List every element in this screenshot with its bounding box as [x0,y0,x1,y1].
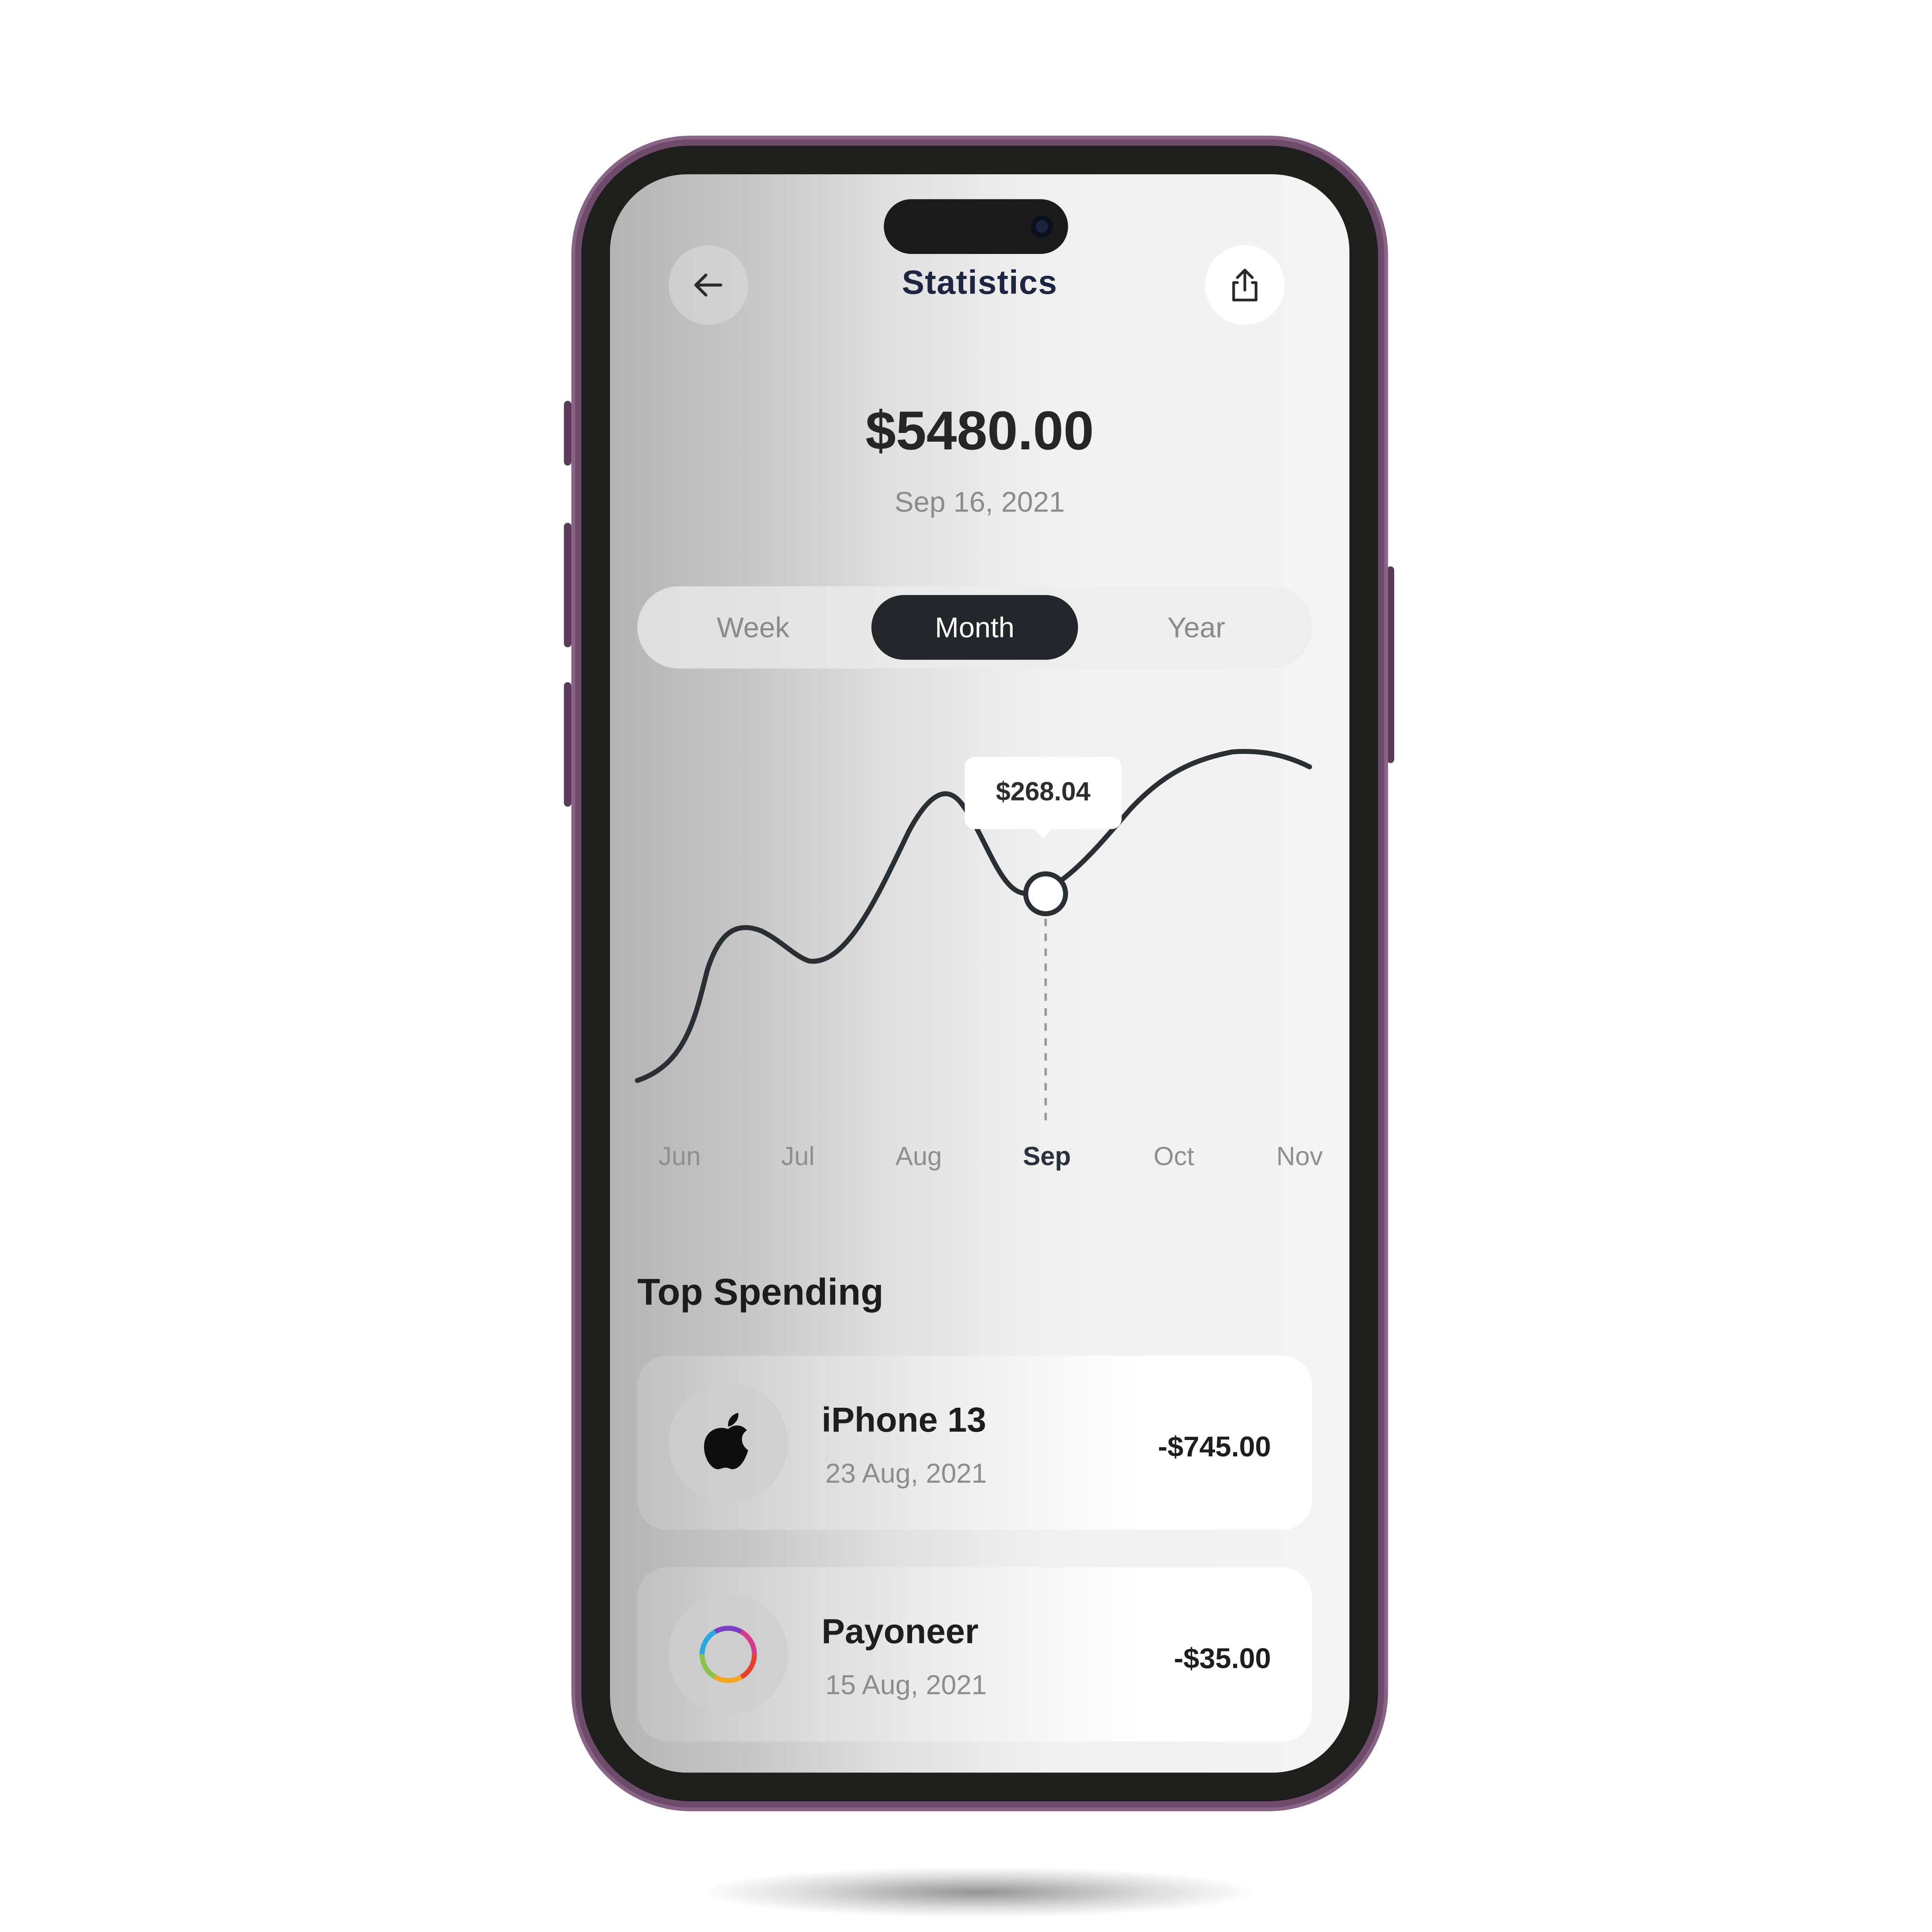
x-label-oct: Oct [1153,1143,1194,1172]
merchant-logo [668,1383,788,1503]
item-date: 15 Aug, 2021 [825,1669,987,1701]
period-tabs: Week Month Year [637,586,1312,669]
x-label-nov: Nov [1276,1143,1323,1172]
sep-data-point[interactable] [1023,871,1068,917]
item-amount: -$745.00 [1158,1430,1271,1463]
item-date: 23 Aug, 2021 [825,1458,987,1489]
volume-down-button [564,682,572,807]
volume-up-button [564,523,572,647]
camera-icon [1031,215,1053,238]
item-name: Payoneer [821,1612,979,1651]
top-spending-title: Top Spending [637,1272,884,1314]
tab-week[interactable]: Week [647,595,859,660]
x-label-aug: Aug [895,1143,942,1172]
item-name: iPhone 13 [821,1400,986,1439]
phone-shadow [704,1867,1253,1917]
spending-item[interactable]: iPhone 13 23 Aug, 2021 -$745.00 [637,1356,1312,1530]
x-label-sep: Sep [1023,1143,1071,1172]
action-button [564,401,572,466]
tab-year[interactable]: Year [1090,595,1302,660]
chart-tooltip: $268.04 [964,757,1122,829]
x-label-jun: Jun [658,1143,701,1172]
item-amount: -$35.00 [1174,1642,1271,1674]
tab-month[interactable]: Month [871,595,1078,660]
x-label-jul: Jul [781,1143,815,1172]
merchant-logo [668,1594,788,1714]
share-button[interactable] [1205,245,1285,325]
apple-logo-icon [704,1413,748,1470]
dynamic-island [883,199,1068,254]
app-screen: Statistics $5480.00 Sep 16, 2021 Week Mo… [610,174,1350,1773]
mockup-stage: Statistics $5480.00 Sep 16, 2021 Week Mo… [0,0,1932,1932]
payoneer-ring-icon [699,1625,757,1683]
spending-item[interactable]: Payoneer 15 Aug, 2021 -$35.00 [637,1567,1312,1742]
tooltip-pointer [1034,829,1052,839]
balance-amount: $5480.00 [865,401,1094,462]
share-icon [1232,269,1257,301]
balance-date: Sep 16, 2021 [894,485,1065,518]
